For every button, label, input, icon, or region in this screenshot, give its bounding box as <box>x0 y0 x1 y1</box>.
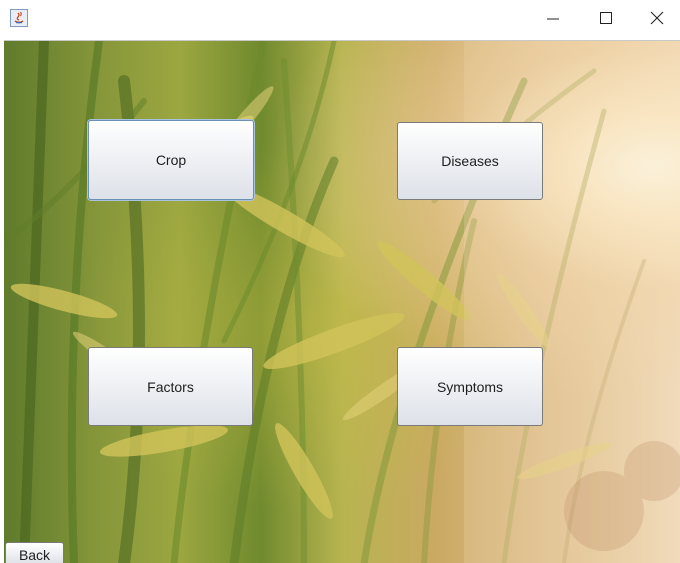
crop-button[interactable]: Crop <box>88 120 254 200</box>
title-bar <box>0 0 680 40</box>
maximize-icon[interactable] <box>583 0 629 36</box>
symptoms-button[interactable]: Symptoms <box>397 347 543 426</box>
diseases-button-label: Diseases <box>441 153 499 169</box>
diseases-button[interactable]: Diseases <box>397 122 543 200</box>
java-icon <box>10 9 28 27</box>
factors-button[interactable]: Factors <box>88 347 253 426</box>
minimize-icon[interactable] <box>530 0 576 36</box>
back-button-label: Back <box>18 547 51 563</box>
back-button[interactable]: Back <box>5 542 64 563</box>
crop-button-label: Crop <box>155 152 187 168</box>
close-icon[interactable] <box>634 0 680 36</box>
app-window: Crop Diseases Factors Symptoms Back <box>0 0 680 563</box>
factors-button-label: Factors <box>147 378 194 395</box>
rice-field-background: Crop Diseases Factors Symptoms <box>4 40 680 563</box>
symptoms-button-label: Symptoms <box>436 378 504 395</box>
